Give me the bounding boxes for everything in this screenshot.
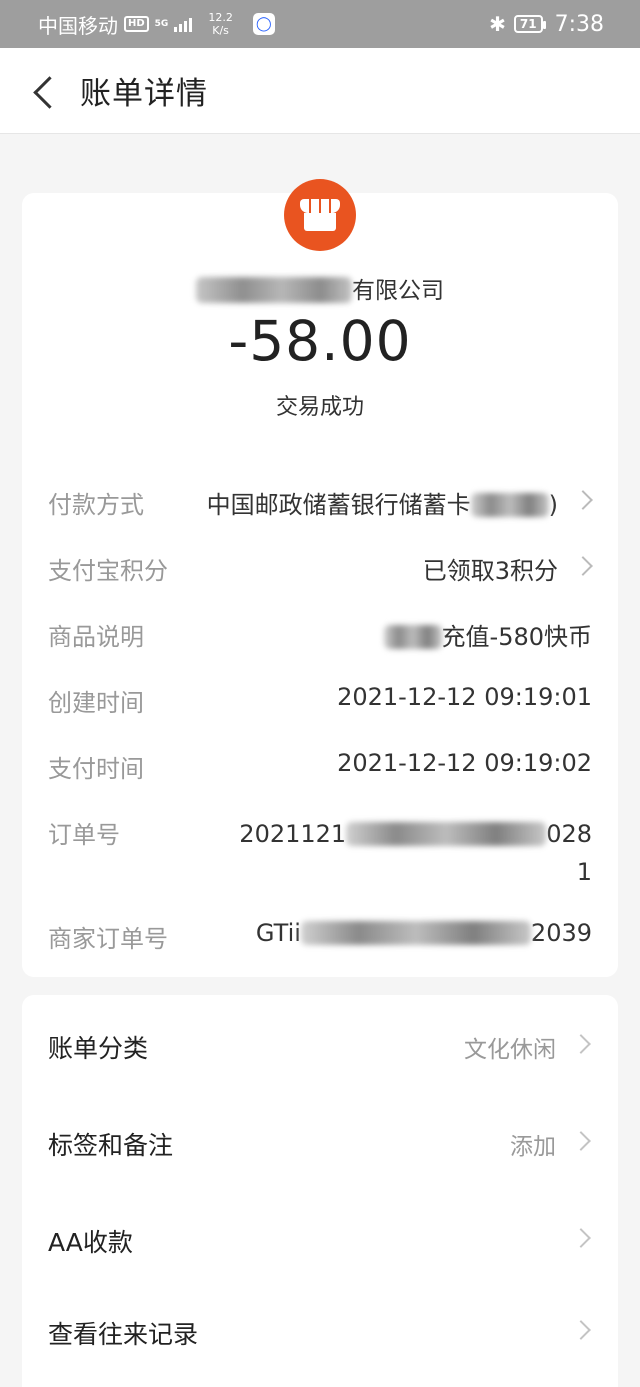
clock: 7:38 bbox=[554, 11, 604, 37]
hd-icon: HD bbox=[124, 16, 149, 32]
payment-method-text: 中国邮政储蓄银行储蓄卡 bbox=[206, 491, 471, 519]
order-number-head: 2021121 bbox=[239, 820, 347, 848]
speed-unit: K/s bbox=[212, 24, 229, 37]
detail-label: 订单号 bbox=[48, 821, 120, 849]
chevron-right-icon bbox=[571, 1228, 591, 1248]
merchant-name: 有限公司 bbox=[22, 271, 618, 305]
detail-value: GTii 2039 bbox=[256, 919, 592, 947]
network-speed: 12.2 K/s bbox=[208, 11, 233, 37]
aa-collect-row[interactable]: AA收款 bbox=[22, 1191, 618, 1283]
redacted-blur bbox=[196, 277, 352, 303]
action-value: 添加 bbox=[510, 1134, 556, 1160]
action-label: 查看往来记录 bbox=[48, 1320, 199, 1349]
status-bar: 中国移动 HD 5G 12.2 K/s ◯ ✱ 71 7:38 bbox=[0, 0, 640, 48]
chevron-right-icon bbox=[571, 1320, 591, 1340]
action-label: 账单分类 bbox=[48, 1034, 149, 1063]
view-history-row[interactable]: 查看往来记录 bbox=[22, 1283, 618, 1375]
merchant-order-tail: 2039 bbox=[530, 919, 592, 947]
action-label: AA收款 bbox=[48, 1228, 133, 1257]
order-number-line2: 1 bbox=[576, 858, 592, 886]
order-number-tail: 028 bbox=[546, 820, 592, 848]
nav-bar: 账单详情 bbox=[0, 48, 640, 134]
detail-label: 商家订单号 bbox=[48, 925, 168, 953]
network-type: 5G bbox=[154, 19, 169, 29]
detail-label: 支付时间 bbox=[48, 755, 144, 783]
actions-card: 账单分类 文化休闲 标签和备注 添加 AA收款 查看往来记录 bbox=[22, 995, 618, 1387]
chevron-right-icon bbox=[571, 1131, 591, 1151]
detail-value: 已领取3积分 bbox=[422, 557, 558, 585]
detail-row-product: 商品说明 充值-580快币 bbox=[22, 617, 618, 653]
payment-method-tail: ) bbox=[548, 491, 558, 519]
detail-row-merchant-order: 商家订单号 GTii 2039 bbox=[22, 919, 618, 955]
bluetooth-icon: ✱ bbox=[489, 12, 506, 36]
bill-category-row[interactable]: 账单分类 文化休闲 bbox=[22, 997, 618, 1089]
detail-label: 创建时间 bbox=[48, 689, 144, 717]
tags-notes-row[interactable]: 标签和备注 添加 bbox=[22, 1094, 618, 1186]
action-value: 文化休闲 bbox=[464, 1037, 556, 1063]
signal-icon bbox=[174, 16, 193, 32]
detail-row-order-number: 订单号 2021121 028 1 bbox=[22, 815, 618, 891]
detail-label: 支付宝积分 bbox=[48, 557, 168, 585]
battery-icon: 71 bbox=[513, 15, 546, 33]
detail-label: 商品说明 bbox=[48, 623, 144, 651]
redacted-blur bbox=[346, 822, 547, 846]
detail-row-created: 创建时间 2021-12-12 09:19:01 bbox=[22, 683, 618, 719]
lightbulb-icon: ◯ bbox=[252, 13, 275, 35]
detail-value: 2021-12-12 09:19:02 bbox=[337, 749, 592, 777]
transaction-status: 交易成功 bbox=[275, 395, 364, 420]
merchant-order-head: GTii bbox=[255, 919, 301, 947]
detail-value: 中国邮政储蓄银行储蓄卡) bbox=[207, 485, 558, 520]
detail-row-points[interactable]: 支付宝积分 已领取3积分 bbox=[22, 551, 618, 587]
detail-row-payment-method[interactable]: 付款方式 中国邮政储蓄银行储蓄卡) bbox=[22, 485, 618, 521]
back-arrow-icon[interactable] bbox=[30, 76, 60, 106]
chevron-right-icon bbox=[573, 556, 593, 576]
transaction-card: 有限公司 -58.00 交易成功 付款方式 中国邮政储蓄银行储蓄卡) 支付宝积分… bbox=[22, 179, 618, 977]
merchant-name-suffix: 有限公司 bbox=[352, 278, 444, 304]
speed-value: 12.2 bbox=[208, 11, 233, 24]
carrier-name: 中国移动 bbox=[38, 13, 118, 38]
redacted-blur bbox=[300, 921, 531, 945]
action-label: 标签和备注 bbox=[48, 1131, 174, 1160]
shop-icon bbox=[284, 179, 356, 251]
chevron-right-icon bbox=[571, 1034, 591, 1054]
redacted-blur bbox=[470, 493, 549, 517]
page-title: 账单详情 bbox=[80, 76, 208, 112]
redacted-blur bbox=[383, 625, 442, 649]
detail-value: 充值-580快币 bbox=[383, 617, 592, 652]
battery-level: 71 bbox=[519, 17, 537, 31]
detail-label: 付款方式 bbox=[48, 491, 144, 519]
detail-value: 2021121 028 1 bbox=[239, 815, 592, 891]
product-description: 充值-580快币 bbox=[441, 623, 592, 651]
chevron-right-icon bbox=[573, 490, 593, 510]
transaction-amount: -58.00 bbox=[228, 309, 412, 373]
detail-value: 2021-12-12 09:19:01 bbox=[337, 683, 592, 711]
detail-row-paid: 支付时间 2021-12-12 09:19:02 bbox=[22, 749, 618, 785]
